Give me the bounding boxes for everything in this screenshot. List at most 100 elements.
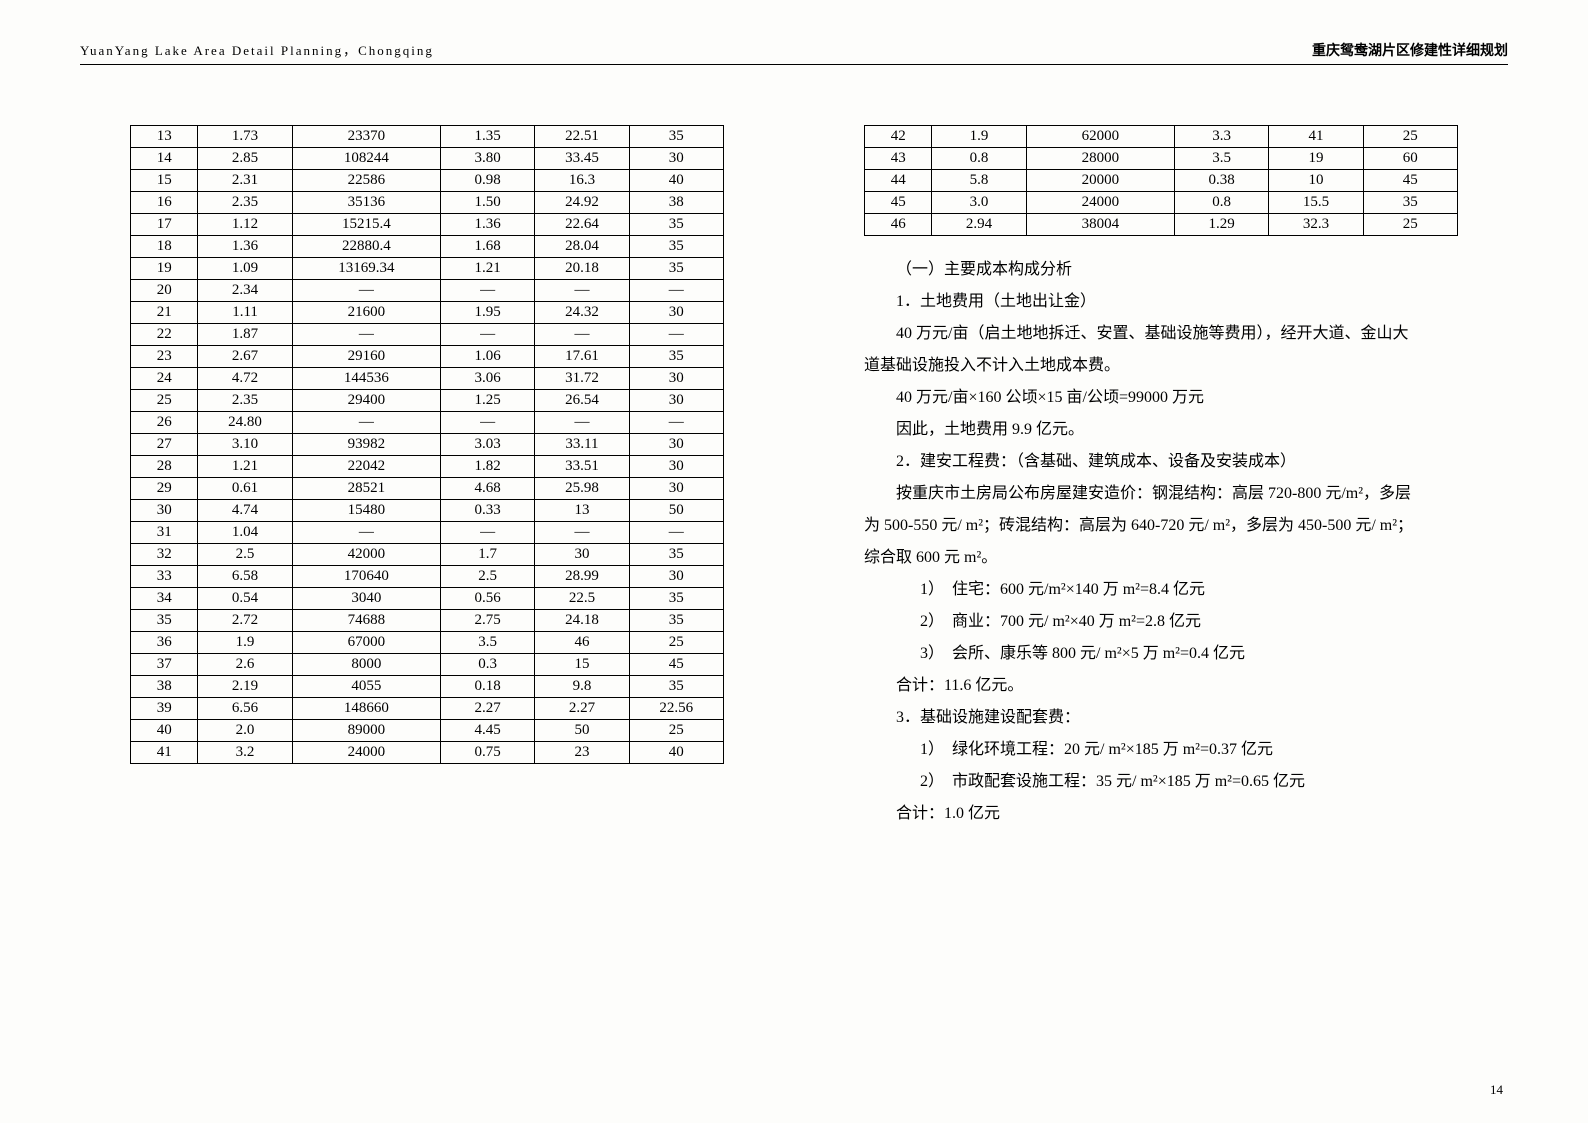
para-infra-total: 合计：1.0 亿元 bbox=[864, 798, 1458, 830]
table-cell: 4.45 bbox=[440, 720, 534, 742]
table-cell: 170640 bbox=[292, 566, 440, 588]
table-cell: 25 bbox=[131, 390, 198, 412]
table-cell: 29400 bbox=[292, 390, 440, 412]
table-cell: 0.8 bbox=[932, 148, 1026, 170]
table-row: 232.67291601.0617.6135 bbox=[131, 346, 724, 368]
table-row: 462.94380041.2932.325 bbox=[865, 214, 1458, 236]
list-item-commercial: 2） 商业：700 元/ m²×40 万 m²=2.8 亿元 bbox=[864, 606, 1458, 638]
table-cell: 14 bbox=[131, 148, 198, 170]
table-cell: 43 bbox=[865, 148, 932, 170]
table-cell: 1.36 bbox=[440, 214, 534, 236]
table-cell: 26.54 bbox=[535, 390, 629, 412]
para-construction-line1: 按重庆市土房局公布房屋建安造价：钢混结构：高层 720-800 元/m²，多层 bbox=[864, 478, 1458, 510]
table-cell: 23 bbox=[535, 742, 629, 764]
table-cell: 24 bbox=[131, 368, 198, 390]
para-land-fee-calc: 40 万元/亩×160 公顷×15 亩/公顷=99000 万元 bbox=[864, 382, 1458, 414]
table-cell: 29 bbox=[131, 478, 198, 500]
table-cell: 37 bbox=[131, 654, 198, 676]
table-cell: 60 bbox=[1363, 148, 1457, 170]
table-cell: 46 bbox=[865, 214, 932, 236]
table-cell: 30 bbox=[629, 434, 723, 456]
table-cell: 31 bbox=[131, 522, 198, 544]
para-construction-line3: 综合取 600 元 m²。 bbox=[864, 542, 1458, 574]
table-cell: 33.11 bbox=[535, 434, 629, 456]
table-row: 211.11216001.9524.3230 bbox=[131, 302, 724, 324]
table-cell: 45 bbox=[1363, 170, 1457, 192]
table-cell: 3.0 bbox=[932, 192, 1026, 214]
table-cell: — bbox=[292, 522, 440, 544]
table-cell: 1.7 bbox=[440, 544, 534, 566]
table-cell: 13 bbox=[131, 126, 198, 148]
table-cell: 2.6 bbox=[198, 654, 292, 676]
table-row: 244.721445363.0631.7230 bbox=[131, 368, 724, 390]
table-cell: 144536 bbox=[292, 368, 440, 390]
table-row: 336.581706402.528.9930 bbox=[131, 566, 724, 588]
page-number: 14 bbox=[1490, 1082, 1503, 1098]
list-item-greening: 1） 绿化环境工程：20 元/ m²×185 万 m²=0.37 亿元 bbox=[864, 734, 1458, 766]
table-cell: 35 bbox=[629, 588, 723, 610]
list-item-residential: 1） 住宅：600 元/m²×140 万 m²=8.4 亿元 bbox=[864, 574, 1458, 606]
table-cell: 35 bbox=[131, 610, 198, 632]
table-row: 322.5420001.73035 bbox=[131, 544, 724, 566]
table-cell: 33.51 bbox=[535, 456, 629, 478]
table-cell: 0.38 bbox=[1174, 170, 1268, 192]
table-cell: — bbox=[292, 280, 440, 302]
table-cell: 34 bbox=[131, 588, 198, 610]
table-cell: 31.72 bbox=[535, 368, 629, 390]
table-cell: 108244 bbox=[292, 148, 440, 170]
table-cell: 24000 bbox=[292, 742, 440, 764]
table-cell: 3.10 bbox=[198, 434, 292, 456]
table-cell: 22880.4 bbox=[292, 236, 440, 258]
table-cell: 1.21 bbox=[440, 258, 534, 280]
table-cell: — bbox=[629, 522, 723, 544]
table-cell: 1.35 bbox=[440, 126, 534, 148]
table-cell: 2.5 bbox=[440, 566, 534, 588]
table-cell: 24000 bbox=[1026, 192, 1174, 214]
table-row: 2624.80———— bbox=[131, 412, 724, 434]
table-cell: 2.0 bbox=[198, 720, 292, 742]
table-row: 142.851082443.8033.4530 bbox=[131, 148, 724, 170]
table-cell: 17.61 bbox=[535, 346, 629, 368]
table-cell: 1.87 bbox=[198, 324, 292, 346]
table-cell: 2.19 bbox=[198, 676, 292, 698]
table-cell: 1.12 bbox=[198, 214, 292, 236]
table-cell: 1.36 bbox=[198, 236, 292, 258]
table-cell: 6.56 bbox=[198, 698, 292, 720]
table-row: 421.9620003.34125 bbox=[865, 126, 1458, 148]
table-cell: — bbox=[440, 412, 534, 434]
left-column: 131.73233701.3522.5135142.851082443.8033… bbox=[130, 125, 724, 830]
table-cell: 40 bbox=[629, 742, 723, 764]
table-cell: 20000 bbox=[1026, 170, 1174, 192]
table-cell: 1.25 bbox=[440, 390, 534, 412]
table-cell: 22042 bbox=[292, 456, 440, 478]
left-table: 131.73233701.3522.5135142.851082443.8033… bbox=[130, 125, 724, 764]
table-cell: 33 bbox=[131, 566, 198, 588]
para-construction-total: 合计：11.6 亿元。 bbox=[864, 670, 1458, 702]
table-cell: 25 bbox=[629, 720, 723, 742]
table-cell: 0.98 bbox=[440, 170, 534, 192]
table-cell: 2.35 bbox=[198, 192, 292, 214]
table-cell: — bbox=[629, 280, 723, 302]
table-cell: 15 bbox=[535, 654, 629, 676]
table-cell: 1.11 bbox=[198, 302, 292, 324]
table-cell: — bbox=[292, 324, 440, 346]
table-cell: 16 bbox=[131, 192, 198, 214]
table-cell: 35 bbox=[629, 236, 723, 258]
table-cell: 3.03 bbox=[440, 434, 534, 456]
table-cell: 30 bbox=[131, 500, 198, 522]
table-cell: 30 bbox=[629, 302, 723, 324]
table-cell: 0.18 bbox=[440, 676, 534, 698]
header-right: 重庆鸳鸯湖片区修建性详细规划 bbox=[1312, 40, 1508, 60]
table-cell: 2.27 bbox=[440, 698, 534, 720]
table-cell: 35 bbox=[629, 126, 723, 148]
table-cell: 22.5 bbox=[535, 588, 629, 610]
table-cell: 4.74 bbox=[198, 500, 292, 522]
table-cell: 28.04 bbox=[535, 236, 629, 258]
table-cell: 1.09 bbox=[198, 258, 292, 280]
table-cell: 21 bbox=[131, 302, 198, 324]
table-cell: 42000 bbox=[292, 544, 440, 566]
table-cell: 2.27 bbox=[535, 698, 629, 720]
table-cell: 3.06 bbox=[440, 368, 534, 390]
table-cell: — bbox=[535, 280, 629, 302]
table-cell: 1.82 bbox=[440, 456, 534, 478]
